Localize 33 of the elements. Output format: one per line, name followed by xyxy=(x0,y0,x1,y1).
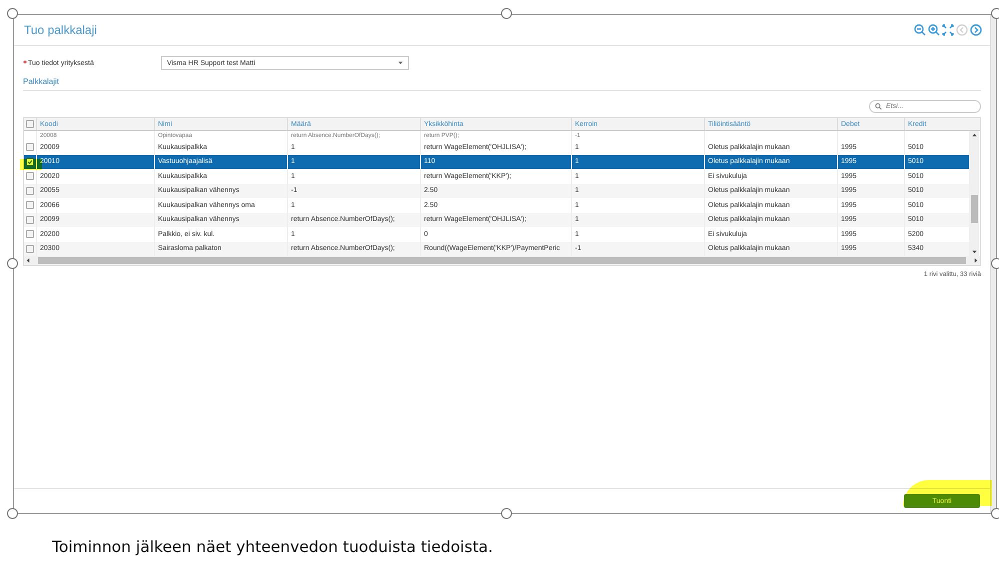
row-checkbox[interactable] xyxy=(26,186,34,195)
dialog-title: Tuo palkkalaji xyxy=(24,23,97,37)
resize-handle[interactable] xyxy=(7,8,18,19)
resize-handle[interactable] xyxy=(7,258,18,269)
row-checkbox[interactable] xyxy=(26,244,34,253)
resize-handle[interactable] xyxy=(501,8,512,19)
scroll-right-icon[interactable] xyxy=(974,258,978,263)
resize-handle[interactable] xyxy=(501,508,512,519)
row-checkbox[interactable] xyxy=(26,216,34,224)
caption-text: Toiminnon jälkeen näet yhteenvedon tuoduista tiedoista. xyxy=(52,538,493,556)
next-icon[interactable] xyxy=(970,24,982,36)
zoom-in-icon[interactable] xyxy=(928,24,940,36)
row-checkbox[interactable] xyxy=(26,172,34,180)
scroll-thumb[interactable] xyxy=(970,194,978,222)
row-checkbox[interactable] xyxy=(26,230,34,238)
section-title: Palkkalajit xyxy=(23,77,981,91)
scroll-up-icon[interactable] xyxy=(972,133,976,137)
expand-icon[interactable] xyxy=(942,24,954,36)
scroll-thumb[interactable] xyxy=(38,257,966,264)
scroll-down-icon[interactable] xyxy=(972,250,976,254)
select-all-checkbox[interactable] xyxy=(26,120,34,128)
horizontal-scrollbar[interactable] xyxy=(24,256,980,265)
resize-handle[interactable] xyxy=(991,8,999,19)
highlighter-mark xyxy=(20,159,42,170)
resize-handle[interactable] xyxy=(7,508,18,519)
row-checkbox[interactable] xyxy=(26,201,34,210)
resize-handle[interactable] xyxy=(991,508,999,519)
vertical-scrollbar[interactable] xyxy=(969,131,979,256)
scroll-left-icon[interactable] xyxy=(26,258,30,263)
caret-icon xyxy=(398,61,403,65)
search-icon xyxy=(875,103,882,110)
row-checkbox[interactable] xyxy=(26,143,34,152)
zoom-out-icon[interactable] xyxy=(914,24,926,36)
